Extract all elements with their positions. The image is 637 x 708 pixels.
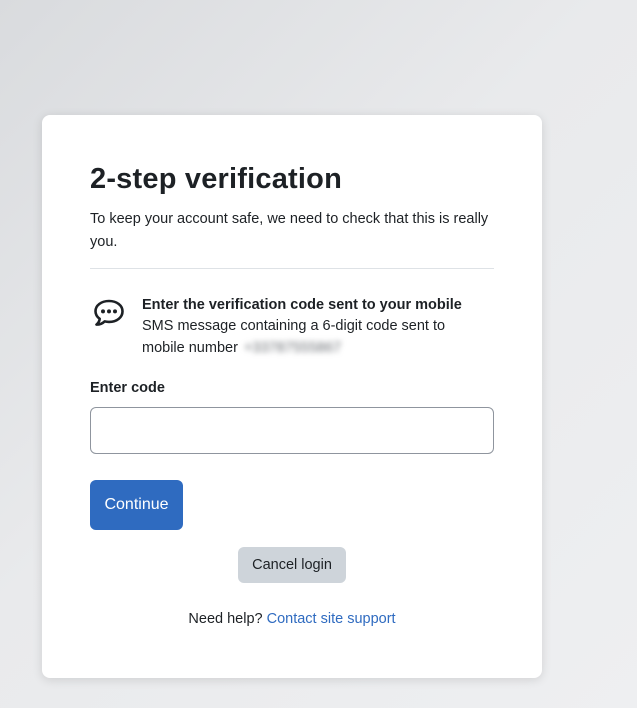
cancel-login-button[interactable]: Cancel login <box>238 547 346 583</box>
sms-method-text: Enter the verification code sent to your… <box>142 295 482 359</box>
continue-button[interactable]: Continue <box>90 480 183 530</box>
chat-bubble-icon <box>93 298 125 328</box>
code-input[interactable] <box>90 407 494 454</box>
code-label: Enter code <box>90 380 165 396</box>
help-prefix: Need help? <box>188 611 263 627</box>
intro-text: To keep your account safe, we need to ch… <box>90 211 489 250</box>
contact-support-link[interactable]: Contact site support <box>267 611 396 627</box>
verification-card: 2-step verification To keep your account… <box>42 115 542 678</box>
page-title: 2-step verification <box>90 163 342 195</box>
sms-heading: Enter the verification code sent to your… <box>142 297 462 313</box>
sms-description: SMS message containing a 6-digit code se… <box>142 315 482 359</box>
help-line: Need help? Contact site support <box>42 611 542 627</box>
divider <box>90 268 494 269</box>
masked-phone-number: +33787555867 <box>243 340 342 356</box>
